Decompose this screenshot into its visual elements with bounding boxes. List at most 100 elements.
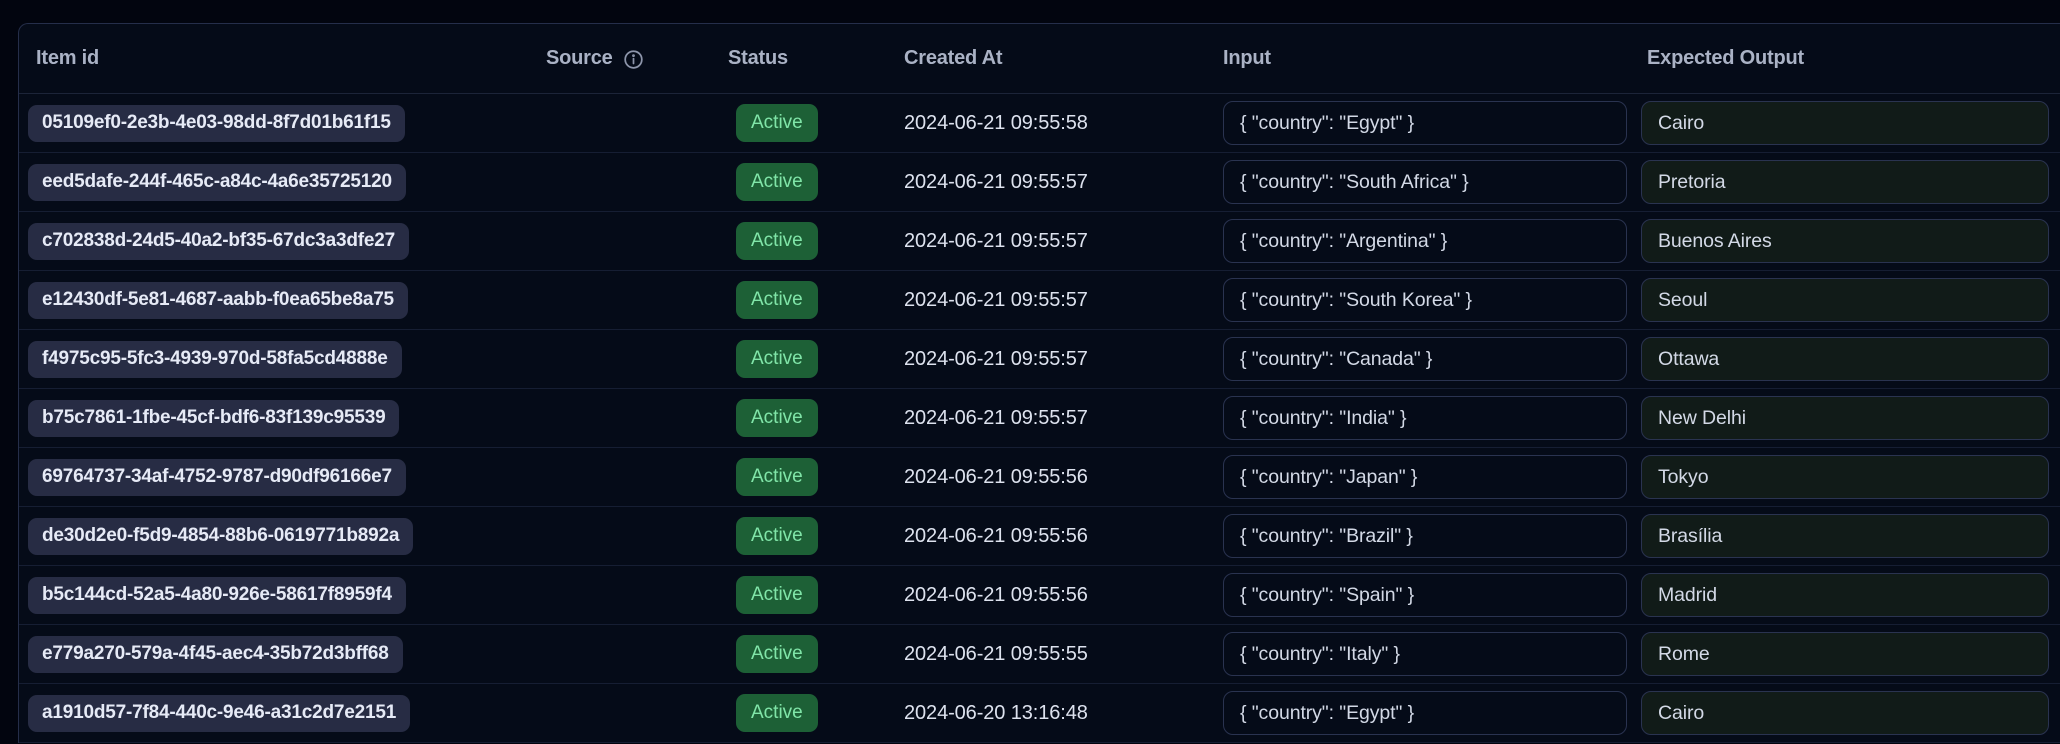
expected-output-value-box[interactable]: Rome	[1641, 632, 2049, 676]
input-value-box[interactable]: { "country": "Canada" }	[1223, 337, 1627, 381]
source-cell	[529, 566, 719, 624]
column-header-label: Expected Output	[1647, 47, 1804, 70]
status-badge: Active	[736, 517, 818, 555]
input-value-box[interactable]: { "country": "Japan" }	[1223, 455, 1627, 499]
item-id-pill[interactable]: 05109ef0-2e3b-4e03-98dd-8f7d01b61f15	[28, 105, 405, 142]
created-at-cell: 2024-06-21 09:55:57	[887, 389, 1219, 447]
status-cell: Active	[719, 448, 887, 506]
item-id-pill[interactable]: 69764737-34af-4752-9787-d90df96166e7	[28, 459, 406, 496]
item-id-pill[interactable]: e12430df-5e81-4687-aabb-f0ea65be8a75	[28, 282, 408, 319]
input-value-box[interactable]: { "country": "Spain" }	[1223, 573, 1627, 617]
status-cell: Active	[719, 389, 887, 447]
created-at-cell: 2024-06-21 09:55:57	[887, 271, 1219, 329]
expected-output-cell: Cairo	[1639, 94, 2060, 152]
item-id-pill[interactable]: de30d2e0-f5d9-4854-88b6-0619771b892a	[28, 518, 413, 555]
column-header-input: Input	[1219, 47, 1639, 70]
input-value-box[interactable]: { "country": "Italy" }	[1223, 632, 1627, 676]
created-at-cell: 2024-06-20 13:16:48	[887, 684, 1219, 742]
expected-output-value-box[interactable]: Cairo	[1641, 691, 2049, 735]
created-at-cell: 2024-06-21 09:55:58	[887, 94, 1219, 152]
input-value-box[interactable]: { "country": "Argentina" }	[1223, 219, 1627, 263]
status-badge: Active	[736, 163, 818, 201]
source-cell	[529, 94, 719, 152]
input-cell: { "country": "South Africa" }	[1219, 153, 1639, 211]
item-id-pill[interactable]: e779a270-579a-4f45-aec4-35b72d3bff68	[28, 636, 403, 673]
info-circle-icon[interactable]	[623, 49, 644, 70]
status-badge: Active	[736, 576, 818, 614]
expected-output-cell: Brasília	[1639, 507, 2060, 565]
item-id-pill[interactable]: a1910d57-7f84-440c-9e46-a31c2d7e2151	[28, 695, 410, 732]
expected-output-cell: Pretoria	[1639, 153, 2060, 211]
source-cell	[529, 271, 719, 329]
input-cell: { "country": "Egypt" }	[1219, 94, 1639, 152]
item-id-cell: 05109ef0-2e3b-4e03-98dd-8f7d01b61f15	[19, 94, 529, 152]
input-value-box[interactable]: { "country": "Brazil" }	[1223, 514, 1627, 558]
item-id-pill[interactable]: f4975c95-5fc3-4939-970d-58fa5cd4888e	[28, 341, 402, 378]
status-cell: Active	[719, 330, 887, 388]
input-value-box[interactable]: { "country": "Egypt" }	[1223, 691, 1627, 735]
source-cell	[529, 153, 719, 211]
table-body: 05109ef0-2e3b-4e03-98dd-8f7d01b61f15 Act…	[19, 94, 2060, 743]
input-value-box[interactable]: { "country": "South Africa" }	[1223, 160, 1627, 204]
table-row[interactable]: eed5dafe-244f-465c-a84c-4a6e35725120 Act…	[19, 153, 2060, 212]
expected-output-value-box[interactable]: Pretoria	[1641, 160, 2049, 204]
item-id-pill[interactable]: c702838d-24d5-40a2-bf35-67dc3a3dfe27	[28, 223, 409, 260]
expected-output-value-box[interactable]: Buenos Aires	[1641, 219, 2049, 263]
item-id-cell: 69764737-34af-4752-9787-d90df96166e7	[19, 448, 529, 506]
column-header-status: Status	[719, 47, 887, 70]
dataset-items-table: Item id Source Status Created At Input E…	[18, 23, 2060, 743]
status-cell: Active	[719, 507, 887, 565]
expected-output-value-box[interactable]: Madrid	[1641, 573, 2049, 617]
expected-output-value-box[interactable]: Seoul	[1641, 278, 2049, 322]
page: { "table": { "columns": ["Item id", "Sou…	[0, 0, 2060, 744]
status-cell: Active	[719, 625, 887, 683]
expected-output-value-box[interactable]: Cairo	[1641, 101, 2049, 145]
column-header-created-at: Created At	[887, 47, 1219, 70]
table-row[interactable]: e779a270-579a-4f45-aec4-35b72d3bff68 Act…	[19, 625, 2060, 684]
input-cell: { "country": "Egypt" }	[1219, 684, 1639, 742]
item-id-pill[interactable]: b5c144cd-52a5-4a80-926e-58617f8959f4	[28, 577, 406, 614]
table-row[interactable]: 69764737-34af-4752-9787-d90df96166e7 Act…	[19, 448, 2060, 507]
input-cell: { "country": "India" }	[1219, 389, 1639, 447]
status-badge: Active	[736, 399, 818, 437]
input-cell: { "country": "Italy" }	[1219, 625, 1639, 683]
column-header-item-id: Item id	[19, 47, 529, 70]
table-row[interactable]: c702838d-24d5-40a2-bf35-67dc3a3dfe27 Act…	[19, 212, 2060, 271]
expected-output-value-box[interactable]: Brasília	[1641, 514, 2049, 558]
input-value-box[interactable]: { "country": "Egypt" }	[1223, 101, 1627, 145]
table-row[interactable]: e12430df-5e81-4687-aabb-f0ea65be8a75 Act…	[19, 271, 2060, 330]
status-cell: Active	[719, 684, 887, 742]
status-cell: Active	[719, 212, 887, 270]
created-at-cell: 2024-06-21 09:55:57	[887, 153, 1219, 211]
status-cell: Active	[719, 153, 887, 211]
item-id-pill[interactable]: b75c7861-1fbe-45cf-bdf6-83f139c95539	[28, 400, 399, 437]
column-header-source: Source	[529, 47, 719, 70]
created-at-cell: 2024-06-21 09:55:56	[887, 507, 1219, 565]
table-row[interactable]: f4975c95-5fc3-4939-970d-58fa5cd4888e Act…	[19, 330, 2060, 389]
table-row[interactable]: 05109ef0-2e3b-4e03-98dd-8f7d01b61f15 Act…	[19, 94, 2060, 153]
status-cell: Active	[719, 271, 887, 329]
item-id-cell: e12430df-5e81-4687-aabb-f0ea65be8a75	[19, 271, 529, 329]
input-value-box[interactable]: { "country": "South Korea" }	[1223, 278, 1627, 322]
created-at-cell: 2024-06-21 09:55:56	[887, 448, 1219, 506]
table-row[interactable]: b75c7861-1fbe-45cf-bdf6-83f139c95539 Act…	[19, 389, 2060, 448]
source-cell	[529, 330, 719, 388]
column-header-label: Source	[546, 47, 613, 70]
source-cell	[529, 389, 719, 447]
input-cell: { "country": "Japan" }	[1219, 448, 1639, 506]
input-value-box[interactable]: { "country": "India" }	[1223, 396, 1627, 440]
expected-output-value-box[interactable]: New Delhi	[1641, 396, 2049, 440]
status-badge: Active	[736, 281, 818, 319]
input-cell: { "country": "Spain" }	[1219, 566, 1639, 624]
expected-output-value-box[interactable]: Ottawa	[1641, 337, 2049, 381]
table-row[interactable]: a1910d57-7f84-440c-9e46-a31c2d7e2151 Act…	[19, 684, 2060, 743]
item-id-pill[interactable]: eed5dafe-244f-465c-a84c-4a6e35725120	[28, 164, 406, 201]
status-cell: Active	[719, 94, 887, 152]
expected-output-value-box[interactable]: Tokyo	[1641, 455, 2049, 499]
item-id-cell: b75c7861-1fbe-45cf-bdf6-83f139c95539	[19, 389, 529, 447]
table-row[interactable]: de30d2e0-f5d9-4854-88b6-0619771b892a Act…	[19, 507, 2060, 566]
status-badge: Active	[736, 222, 818, 260]
table-row[interactable]: b5c144cd-52a5-4a80-926e-58617f8959f4 Act…	[19, 566, 2060, 625]
input-cell: { "country": "Argentina" }	[1219, 212, 1639, 270]
column-header-label: Item id	[36, 47, 99, 70]
